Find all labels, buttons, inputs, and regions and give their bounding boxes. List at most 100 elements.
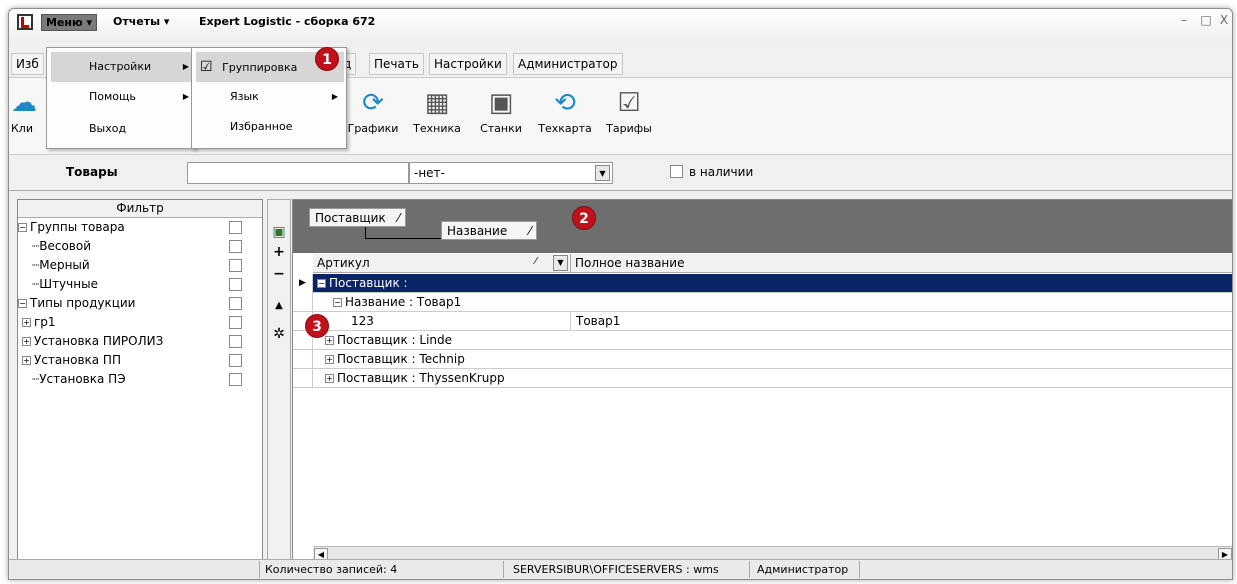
- in-stock-checkbox[interactable]: в наличии: [670, 165, 753, 179]
- status-divider: [749, 561, 750, 578]
- expand-icon[interactable]: +: [325, 374, 334, 383]
- clients-icon: ☁: [11, 88, 37, 118]
- filter-checkbox[interactable]: [229, 240, 242, 253]
- cell-full-name[interactable]: Товар1: [576, 312, 620, 330]
- app-logo-icon: [17, 14, 33, 30]
- checkmark-icon: ☑: [200, 59, 213, 75]
- filter-tree-item[interactable]: − Типы продукции: [18, 294, 262, 313]
- filter-tree-item[interactable]: − Группы товара: [18, 218, 262, 237]
- app-window: Меню ▾ Отчеты ▾ Expert Logistic - сборка…: [8, 8, 1233, 580]
- table-row[interactable]: − Название : Товар1: [293, 293, 1232, 312]
- ribbon-machine-tools-button[interactable]: ▣ Станки: [473, 84, 529, 135]
- ribbon-techcard-button[interactable]: ⟲ Техкарта: [537, 84, 593, 135]
- collapse-icon[interactable]: −: [317, 279, 326, 288]
- close-button[interactable]: X: [1217, 13, 1231, 29]
- expand-icon[interactable]: +: [22, 337, 31, 346]
- table-row[interactable]: + Поставщик : Linde: [293, 331, 1232, 350]
- cell-article[interactable]: 123: [351, 312, 374, 330]
- ribbon-schedule-button[interactable]: ⟳ Графики: [345, 84, 401, 135]
- expand-icon[interactable]: +: [325, 355, 334, 364]
- move-up-button[interactable]: ▲: [270, 300, 288, 311]
- filter-tree-label: гр1: [34, 315, 56, 329]
- expand-icon[interactable]: +: [22, 356, 31, 365]
- tab-print[interactable]: Печать: [369, 53, 424, 75]
- in-stock-label: в наличии: [689, 165, 754, 179]
- filter-tree-label: Мерный: [39, 258, 90, 272]
- goods-select[interactable]: -нет- ▼: [409, 162, 613, 184]
- menu-item-exit[interactable]: Выход: [51, 114, 193, 144]
- checkbox-box[interactable]: [670, 165, 683, 178]
- filter-tree-item[interactable]: + Установка ПИРОЛИЗ: [18, 332, 262, 351]
- filter-tree-item[interactable]: ┈Штучные: [18, 275, 262, 294]
- machine-tools-icon: ▣: [488, 88, 514, 118]
- collapse-icon[interactable]: −: [333, 298, 342, 307]
- title-bar: Меню ▾ Отчеты ▾ Expert Logistic - сборка…: [9, 9, 1232, 43]
- maximize-button[interactable]: □: [1195, 13, 1217, 29]
- collapse-icon[interactable]: −: [18, 299, 27, 308]
- row-indicator-icon: ▶: [293, 274, 313, 293]
- filter-checkbox[interactable]: [229, 373, 242, 386]
- refresh-icon[interactable]: ✲: [270, 326, 288, 342]
- main-dropdown-menu: Настройки ▶ Помощь ▶ Выход: [46, 47, 196, 149]
- menu-item-language[interactable]: Язык ▶: [196, 82, 344, 112]
- ribbon-clients-button[interactable]: ☁ Кли: [11, 84, 41, 135]
- filter-checkbox[interactable]: [229, 297, 242, 310]
- group-chip-supplier[interactable]: Поставщик ⁄: [309, 208, 406, 227]
- column-filter-dropdown-icon[interactable]: ▼: [553, 255, 568, 271]
- expand-icon[interactable]: +: [325, 336, 334, 345]
- reports-menu-button[interactable]: Отчеты ▾: [109, 14, 173, 31]
- filter-tree-item[interactable]: ┈Весовой: [18, 237, 262, 256]
- group-row-label: Поставщик : ThyssenKrupp: [337, 371, 505, 385]
- menu-item-help[interactable]: Помощь ▶: [51, 82, 193, 112]
- row-indicator: [293, 369, 313, 388]
- column-article[interactable]: Артикул: [317, 256, 370, 270]
- ribbon-machinery-button[interactable]: ▦ Техника: [409, 84, 465, 135]
- filter-checkbox[interactable]: [229, 259, 242, 272]
- filter-tree-item[interactable]: ┈Мерный: [18, 256, 262, 275]
- remove-row-button[interactable]: −: [270, 266, 288, 282]
- group-by-panel: Поставщик ⁄ Название ⁄: [293, 200, 1232, 253]
- tab-admin[interactable]: Администратор: [513, 53, 623, 75]
- menu-item-label: Выход: [89, 122, 127, 135]
- excel-export-icon[interactable]: ▣: [270, 224, 288, 240]
- expand-icon[interactable]: +: [22, 318, 31, 327]
- status-bar: Количество записей: 4 SERVERSIBUR\OFFICE…: [9, 559, 1232, 579]
- submenu-arrow-icon: ▶: [182, 62, 189, 71]
- group-row-label: Название : Товар1: [345, 295, 462, 309]
- annotation-badge-1: 1: [315, 47, 339, 71]
- table-row[interactable]: + Поставщик : ThyssenKrupp: [293, 369, 1232, 388]
- minimize-button[interactable]: –: [1173, 13, 1195, 29]
- column-full-name[interactable]: Полное название: [575, 256, 684, 270]
- menu-item-settings[interactable]: Настройки ▶: [51, 52, 193, 82]
- goods-search-input[interactable]: [187, 162, 409, 184]
- table-row[interactable]: ▶ − Поставщик :: [293, 274, 1232, 293]
- filter-checkbox[interactable]: [229, 316, 242, 329]
- chevron-down-icon[interactable]: ▼: [595, 165, 610, 181]
- filter-tree-item[interactable]: + гр1: [18, 313, 262, 332]
- collapse-icon[interactable]: −: [18, 223, 27, 232]
- filter-panel-header: Фильтр: [18, 200, 262, 218]
- filter-tree-label: Установка ПИРОЛИЗ: [34, 334, 164, 348]
- tab-settings[interactable]: Настройки: [429, 53, 507, 75]
- sort-icon: ⁄: [535, 256, 537, 267]
- filter-tree-label: Установка ПП: [34, 353, 121, 367]
- filter-checkbox[interactable]: [229, 221, 242, 234]
- tab-favorites[interactable]: Изб: [11, 53, 44, 75]
- menu-item-favorites[interactable]: Избранное: [196, 112, 344, 142]
- main-menu-button[interactable]: Меню ▾: [41, 14, 98, 31]
- table-row[interactable]: 123 Товар1: [293, 312, 1232, 331]
- group-chip-name[interactable]: Название ⁄: [441, 221, 538, 240]
- filter-checkbox[interactable]: [229, 278, 242, 291]
- filter-tree-item[interactable]: ┈Установка ПЭ: [18, 370, 262, 389]
- ribbon-machinery-label: Техника: [413, 122, 461, 135]
- menu-item-label: Группировка: [222, 61, 298, 74]
- filter-checkbox[interactable]: [229, 335, 242, 348]
- ribbon-machine-tools-label: Станки: [480, 122, 522, 135]
- filter-checkbox[interactable]: [229, 354, 242, 367]
- group-row-label: Поставщик :: [329, 276, 408, 290]
- data-grid: Поставщик ⁄ Название ⁄ Артикул ⁄ ▼ Полно…: [292, 199, 1232, 563]
- filter-tree-item[interactable]: + Установка ПП: [18, 351, 262, 370]
- table-row[interactable]: + Поставщик : Technip: [293, 350, 1232, 369]
- ribbon-tariffs-button[interactable]: ☑ Тарифы: [601, 84, 657, 135]
- add-row-button[interactable]: +: [270, 244, 288, 260]
